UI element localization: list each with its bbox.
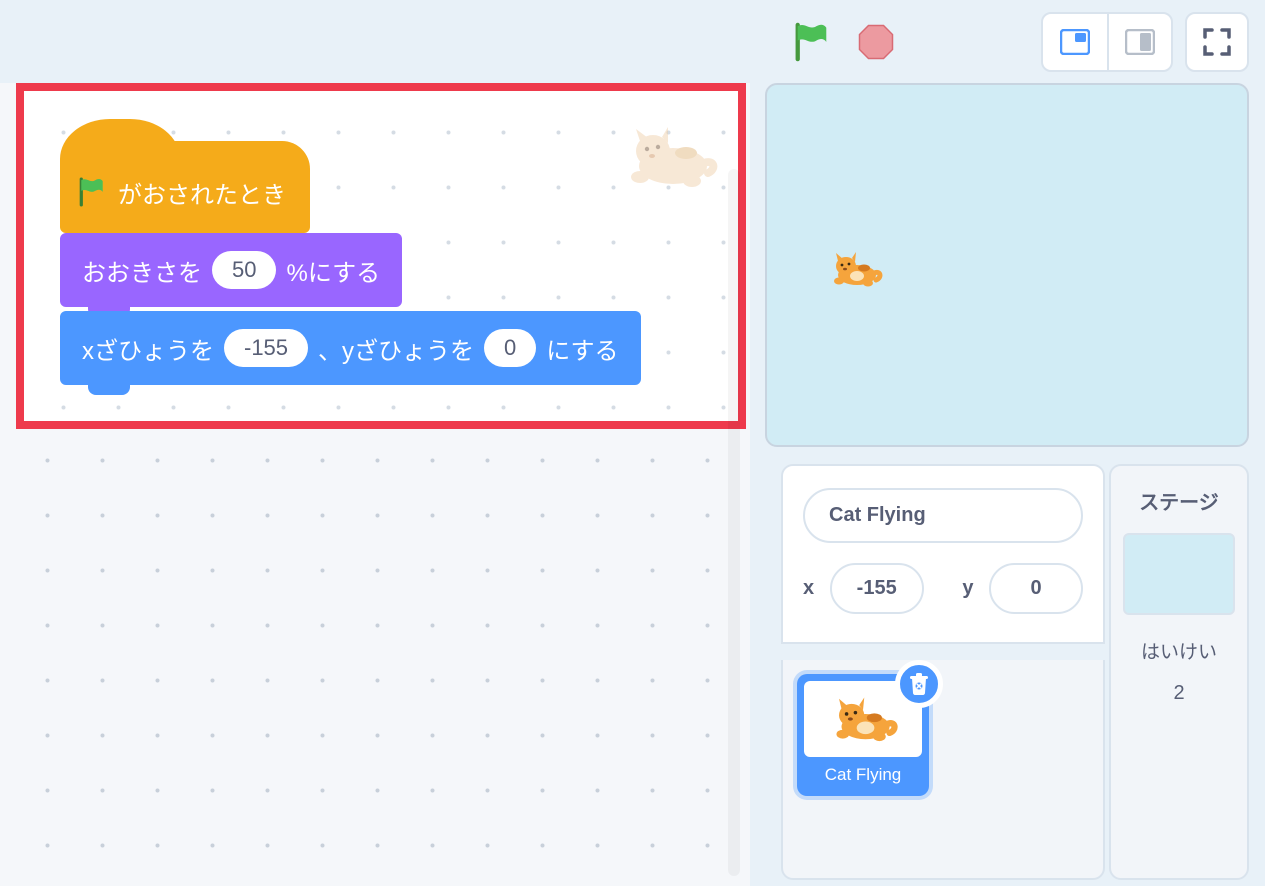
stage-thumbnail[interactable]: [1123, 533, 1235, 615]
stop-button[interactable]: [848, 14, 904, 70]
delete-sprite-button[interactable]: [895, 660, 943, 708]
goto-y-input[interactable]: 0: [484, 329, 536, 367]
stage-sprite-cat[interactable]: [827, 250, 883, 288]
small-stage-button[interactable]: [1043, 14, 1107, 70]
x-label: x: [803, 577, 818, 600]
sprite-watermark-icon: [618, 121, 718, 191]
goto-suffix-label: にする: [546, 331, 618, 366]
backdrop-count: 2: [1119, 682, 1239, 705]
sprite-info-panel: x y: [781, 464, 1105, 644]
run-flag-button[interactable]: [784, 14, 840, 70]
y-label: y: [962, 577, 977, 600]
sprite-x-input[interactable]: [830, 563, 924, 614]
sprite-list: Cat Flying: [781, 660, 1105, 880]
stop-icon: [858, 24, 894, 60]
green-flag-icon: [794, 22, 830, 62]
toolbar: [0, 0, 1265, 83]
goto-x-input[interactable]: -155: [224, 329, 308, 367]
large-stage-icon: [1125, 29, 1155, 55]
stage-selector-panel[interactable]: ステージ はいけい 2: [1109, 464, 1249, 880]
size-suffix-label: %にする: [286, 253, 380, 288]
stage-preview[interactable]: [765, 83, 1249, 447]
code-workspace[interactable]: がおされたとき おおきさを 50 %にする xざひょうを -155 、yざひょう…: [0, 83, 750, 886]
stage-title-label: ステージ: [1119, 486, 1239, 515]
large-stage-button[interactable]: [1107, 14, 1171, 70]
goto-mid-label: 、yざひょうを: [318, 331, 474, 366]
fullscreen-button[interactable]: [1185, 12, 1249, 72]
sprite-y-input[interactable]: [989, 563, 1083, 614]
sprite-name-input[interactable]: [803, 488, 1083, 543]
sprite-tile-label: Cat Flying: [804, 765, 922, 785]
fullscreen-icon: [1202, 27, 1232, 57]
sprite-tile-cat-flying[interactable]: Cat Flying: [797, 674, 929, 796]
hat-block-label: がおされたとき: [118, 175, 286, 210]
backdrop-label: はいけい: [1119, 637, 1239, 664]
size-value-input[interactable]: 50: [212, 251, 276, 289]
when-flag-clicked-block[interactable]: がおされたとき: [60, 141, 310, 233]
workspace-scrollbar[interactable]: [728, 169, 740, 876]
cat-flying-icon: [827, 695, 899, 743]
size-prefix-label: おおきさを: [82, 253, 202, 288]
trash-icon: [908, 672, 930, 696]
set-size-block[interactable]: おおきさを 50 %にする: [60, 233, 402, 307]
small-stage-icon: [1060, 29, 1090, 55]
layout-mode-group: [1041, 12, 1173, 72]
green-flag-icon: [78, 177, 106, 207]
goto-x-prefix-label: xざひょうを: [82, 331, 214, 366]
goto-xy-block[interactable]: xざひょうを -155 、yざひょうを 0 にする: [60, 311, 641, 385]
highlight-frame: がおされたとき おおきさを 50 %にする xざひょうを -155 、yざひょう…: [16, 83, 746, 429]
